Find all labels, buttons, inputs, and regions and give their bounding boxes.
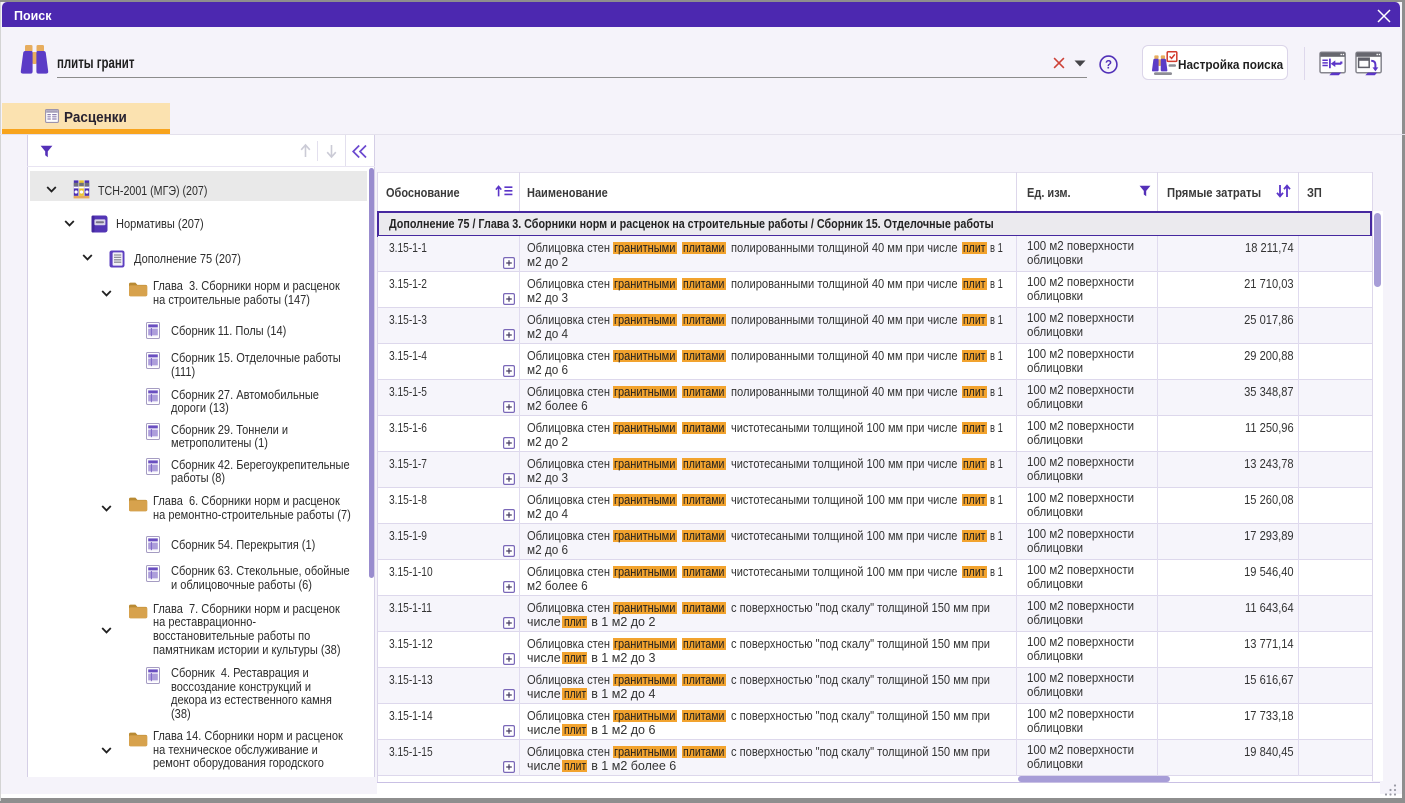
svg-text:?: ? [1105, 60, 1112, 72]
